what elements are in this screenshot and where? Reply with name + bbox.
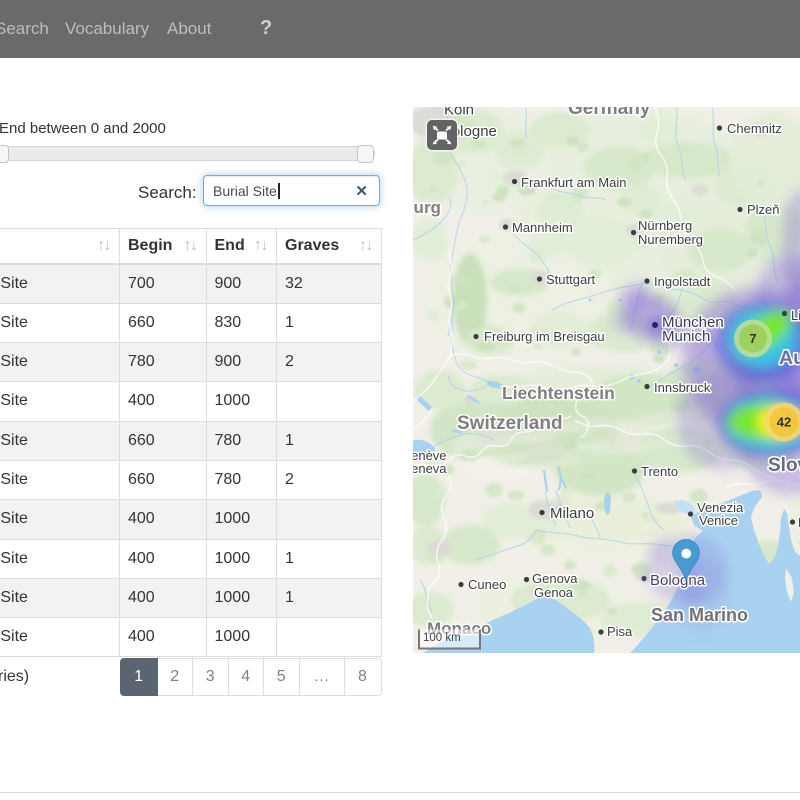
svg-text:Genova: Genova: [532, 571, 578, 586]
svg-text:Pisa: Pisa: [607, 624, 633, 639]
svg-text:Slovenia: Slovenia: [768, 455, 800, 476]
svg-text:Freiburg im Breisgau: Freiburg im Breisgau: [484, 329, 605, 344]
svg-text:100 km: 100 km: [423, 632, 461, 644]
svg-text:Nürnberg: Nürnberg: [638, 218, 692, 233]
svg-text:Trento: Trento: [641, 464, 678, 479]
svg-text:7: 7: [749, 331, 756, 346]
svg-text:Munich: Munich: [662, 328, 710, 345]
svg-text:Liechtenstein: Liechtenstein: [502, 383, 615, 403]
svg-text:Germany: Germany: [568, 107, 651, 119]
svg-text:Venice: Venice: [699, 513, 738, 528]
svg-text:Genoa: Genoa: [534, 585, 574, 600]
svg-text:Plzeň: Plzeň: [747, 202, 780, 217]
svg-text:Innsbruck: Innsbruck: [654, 380, 711, 395]
svg-text:Geneva: Geneva: [413, 461, 447, 476]
svg-text:Switzerland: Switzerland: [457, 413, 563, 434]
svg-text:Köln: Köln: [444, 107, 474, 119]
svg-text:Luxembourg: Luxembourg: [413, 198, 441, 217]
svg-text:Milano: Milano: [550, 505, 594, 522]
svg-text:Frankfurt am Main: Frankfurt am Main: [521, 175, 626, 190]
svg-text:Nuremberg: Nuremberg: [638, 232, 703, 247]
svg-text:Ingolstadt: Ingolstadt: [654, 274, 711, 289]
svg-text:42: 42: [777, 415, 791, 430]
svg-text:San Marino: San Marino: [651, 605, 748, 625]
svg-text:Cuneo: Cuneo: [468, 577, 506, 592]
svg-text:Chemnitz: Chemnitz: [727, 121, 782, 136]
svg-text:Stuttgart: Stuttgart: [546, 272, 596, 287]
svg-text:Mannheim: Mannheim: [512, 220, 573, 235]
svg-text:Bologna: Bologna: [650, 572, 706, 589]
svg-text:Austria: Austria: [779, 347, 800, 369]
svg-text:Linz: Linz: [791, 308, 800, 323]
